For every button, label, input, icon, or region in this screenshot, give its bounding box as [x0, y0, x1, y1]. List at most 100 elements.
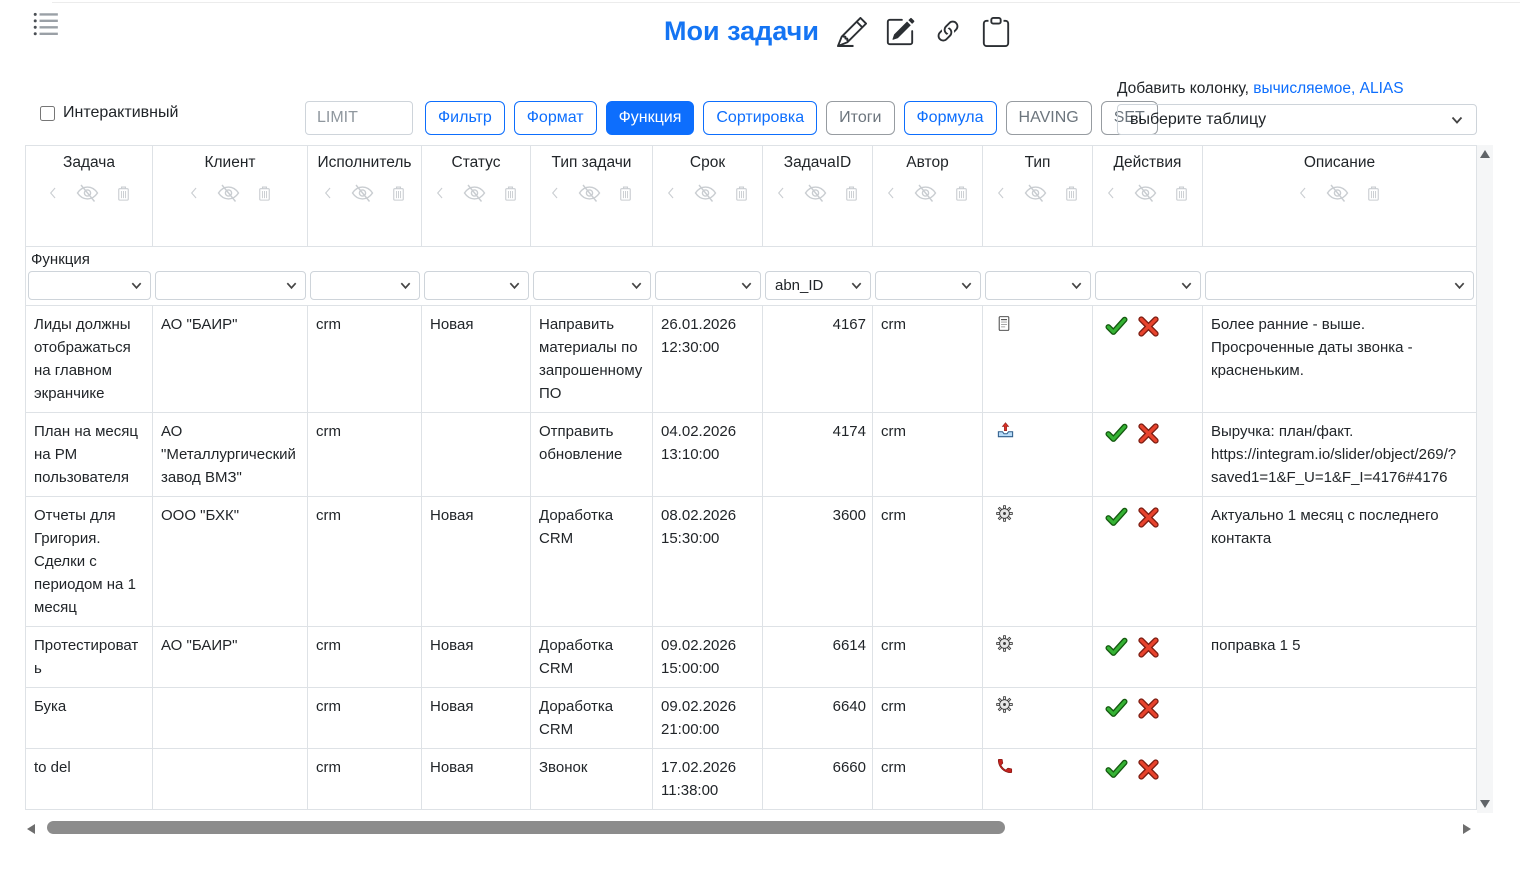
function-select[interactable]: abn_ID [765, 271, 871, 300]
hide-column-icon[interactable] [1324, 181, 1351, 205]
format-button[interactable]: Формат [514, 101, 597, 135]
delete-column-icon[interactable] [952, 181, 971, 205]
hide-column-icon[interactable] [349, 181, 376, 205]
column-header: Тип [983, 146, 1093, 246]
list-menu-icon[interactable] [32, 9, 60, 37]
confirm-icon[interactable] [1105, 506, 1128, 529]
function-select[interactable] [155, 271, 306, 300]
scroll-down-arrow[interactable] [1480, 800, 1490, 808]
filter-button[interactable]: Фильтр [425, 101, 505, 135]
delete-column-icon[interactable] [389, 181, 408, 205]
table-select[interactable]: выберите таблицу [1117, 104, 1477, 135]
sort-button[interactable]: Сортировка [703, 101, 817, 135]
cell-description: поправка 1 5 [1203, 627, 1476, 687]
confirm-icon[interactable] [1105, 758, 1128, 781]
back-icon[interactable] [884, 181, 899, 205]
cell-task-type: Доработка CRM [531, 497, 653, 626]
back-icon[interactable] [774, 181, 789, 205]
function-select[interactable] [424, 271, 529, 300]
back-icon[interactable] [664, 181, 679, 205]
back-icon[interactable] [548, 181, 563, 205]
delete-column-icon[interactable] [1062, 181, 1081, 205]
table-row: Протестировать АО "БАИР" crm Новая Дораб… [26, 626, 1476, 687]
cancel-icon[interactable] [1137, 697, 1160, 720]
hide-column-icon[interactable] [1132, 181, 1159, 205]
hide-column-icon[interactable] [74, 181, 101, 205]
gear-icon [996, 639, 1013, 656]
cell-actions [1093, 627, 1203, 687]
hide-column-icon[interactable] [802, 181, 829, 205]
function-button[interactable]: Функция [606, 101, 695, 135]
add-alias-link[interactable]: ALIAS [1360, 80, 1404, 97]
cell-actions [1093, 749, 1203, 809]
delete-column-icon[interactable] [255, 181, 274, 205]
cancel-icon[interactable] [1137, 636, 1160, 659]
delete-column-icon[interactable] [501, 181, 520, 205]
back-icon[interactable] [994, 181, 1009, 205]
hide-column-icon[interactable] [215, 181, 242, 205]
back-icon[interactable] [187, 181, 202, 205]
pencil-icon[interactable] [837, 17, 867, 47]
scroll-up-arrow[interactable] [1480, 150, 1490, 158]
cell-client [153, 749, 308, 809]
table-row: to del crm Новая Звонок 17.02.2026 11:38… [26, 748, 1476, 809]
delete-column-icon[interactable] [1364, 181, 1383, 205]
cancel-icon[interactable] [1137, 422, 1160, 445]
vertical-scrollbar[interactable] [1477, 145, 1493, 813]
function-select[interactable] [875, 271, 981, 300]
table-row: Отчеты для Григория. Сделки с периодом н… [26, 496, 1476, 626]
limit-input[interactable] [305, 101, 413, 135]
confirm-icon[interactable] [1105, 697, 1128, 720]
cancel-icon[interactable] [1137, 506, 1160, 529]
back-icon[interactable] [1104, 181, 1119, 205]
function-select[interactable] [533, 271, 651, 300]
back-icon[interactable] [433, 181, 448, 205]
scroll-left-arrow[interactable] [27, 824, 35, 834]
cell-task-type: Направить материалы по запрошенному ПО [531, 306, 653, 412]
table-area: Задача [25, 145, 1493, 810]
cancel-icon[interactable] [1137, 315, 1160, 338]
link-icon[interactable] [933, 17, 963, 47]
delete-column-icon[interactable] [842, 181, 861, 205]
hide-column-icon[interactable] [692, 181, 719, 205]
pencil-square-icon[interactable] [885, 17, 915, 47]
cell-client: АО "Металлургический завод ВМЗ" [153, 413, 308, 496]
function-select[interactable] [1205, 271, 1474, 300]
function-select[interactable] [985, 271, 1091, 300]
back-icon[interactable] [46, 181, 61, 205]
delete-column-icon[interactable] [616, 181, 635, 205]
totals-button[interactable]: Итоги [826, 101, 894, 135]
function-select[interactable] [28, 271, 151, 300]
interactive-checkbox[interactable] [40, 106, 55, 121]
cell-task-id: 4174 [763, 413, 873, 496]
hide-column-icon[interactable] [912, 181, 939, 205]
delete-column-icon[interactable] [1172, 181, 1191, 205]
function-select-cell [26, 271, 153, 300]
horizontal-scroll-thumb[interactable] [47, 821, 1005, 834]
having-button[interactable]: HAVING [1006, 101, 1092, 135]
clipboard-icon[interactable] [981, 17, 1011, 47]
hide-column-icon[interactable] [576, 181, 603, 205]
back-icon[interactable] [1296, 181, 1311, 205]
function-select[interactable] [655, 271, 761, 300]
cancel-icon[interactable] [1137, 758, 1160, 781]
function-select-cell [308, 271, 422, 300]
confirm-icon[interactable] [1105, 636, 1128, 659]
horizontal-scrollbar[interactable] [25, 819, 1473, 839]
function-select[interactable] [1095, 271, 1201, 300]
function-select[interactable] [310, 271, 420, 300]
delete-column-icon[interactable] [732, 181, 751, 205]
delete-column-icon[interactable] [114, 181, 133, 205]
formula-button[interactable]: Формула [904, 101, 997, 135]
hide-column-icon[interactable] [461, 181, 488, 205]
confirm-icon[interactable] [1105, 422, 1128, 445]
interactive-toggle[interactable]: Интерактивный [40, 104, 178, 122]
chevron-down-icon [285, 279, 298, 292]
scroll-right-arrow[interactable] [1463, 824, 1471, 834]
hide-column-icon[interactable] [1022, 181, 1049, 205]
cell-status: Новая [422, 688, 531, 748]
back-icon[interactable] [321, 181, 336, 205]
confirm-icon[interactable] [1105, 315, 1128, 338]
column-header: Статус [422, 146, 531, 246]
add-calculated-link[interactable]: вычисляемое, [1253, 80, 1355, 97]
